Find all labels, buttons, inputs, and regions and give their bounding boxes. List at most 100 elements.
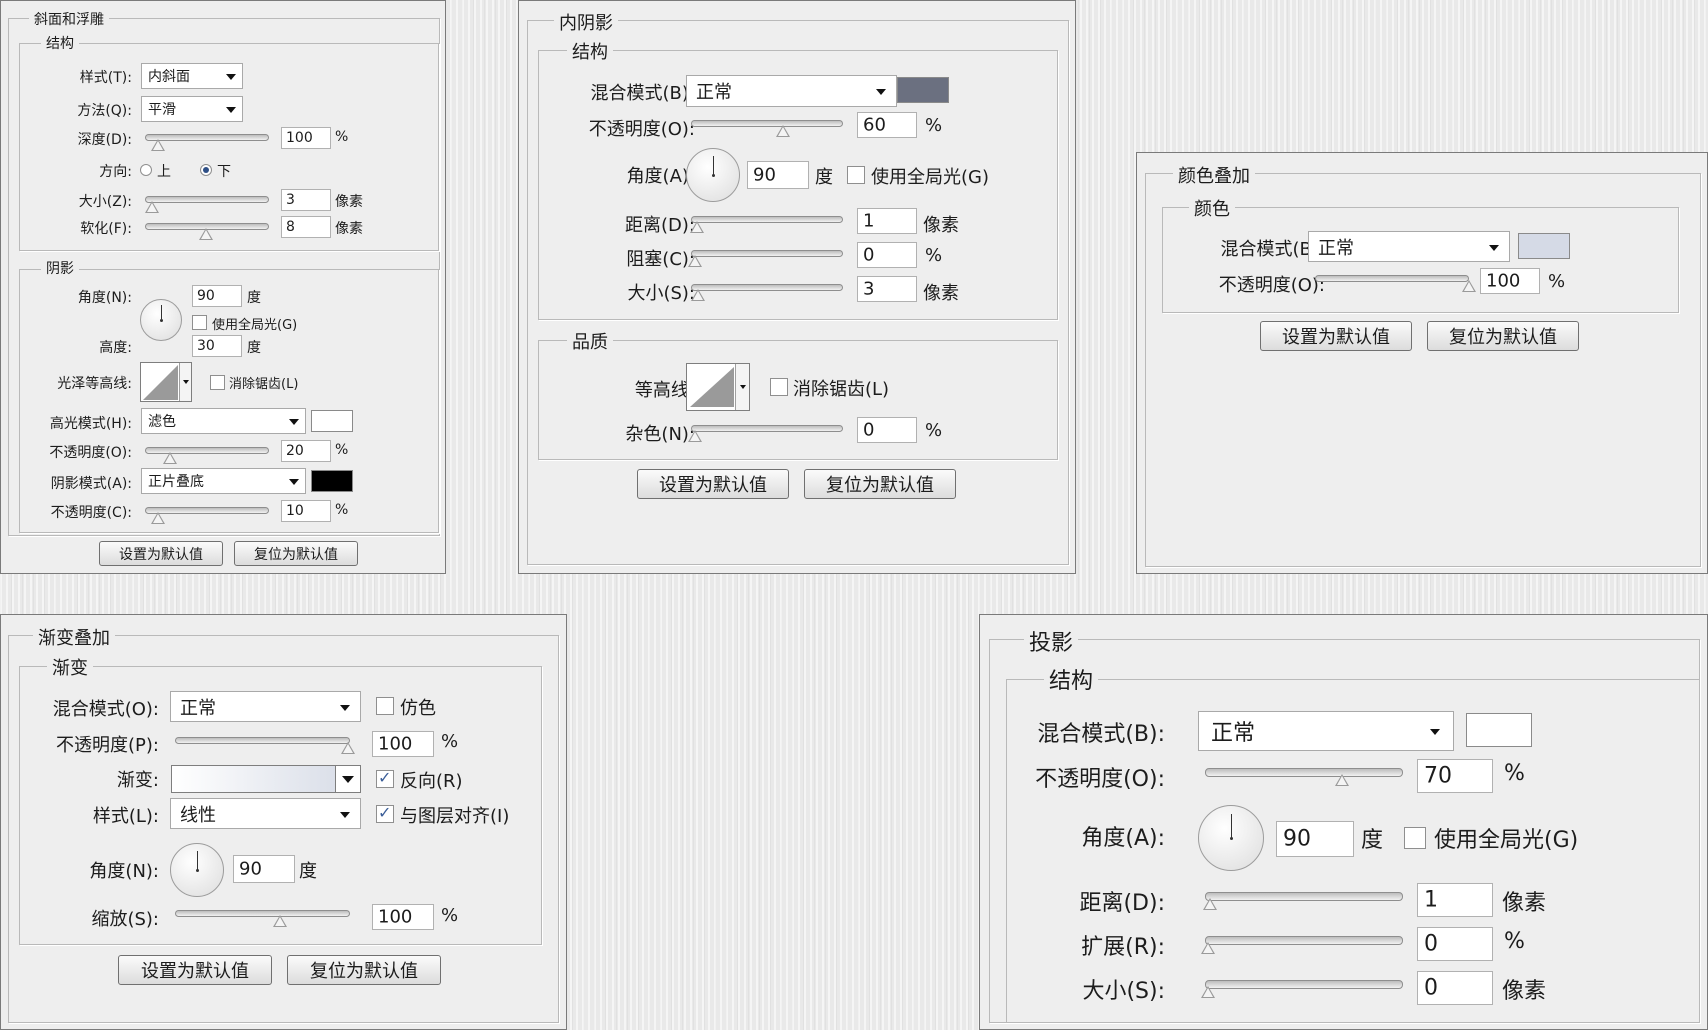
gloss-contour-picker[interactable] <box>140 362 192 402</box>
highlight-opacity-slider-thumb[interactable] <box>163 452 177 464</box>
direction-down-radio[interactable] <box>200 164 212 176</box>
is-choke-slider-thumb[interactable] <box>688 255 702 267</box>
depth-slider[interactable] <box>145 134 269 151</box>
is-distance-input[interactable]: 1 <box>857 208 917 234</box>
scale-input[interactable]: 100 <box>372 904 434 930</box>
highlight-mode-select[interactable]: 滤色 <box>141 408 306 434</box>
scale-slider-thumb[interactable] <box>273 915 287 927</box>
is-contour-picker[interactable] <box>686 363 750 411</box>
size-input[interactable]: 3 <box>281 189 331 211</box>
is-size-slider[interactable] <box>691 284 843 301</box>
is-antialias-checkbox[interactable] <box>770 378 788 396</box>
is-opacity-slider-thumb[interactable] <box>776 125 790 137</box>
go-opacity-slider[interactable] <box>175 737 355 754</box>
co-opacity-slider[interactable] <box>1315 275 1476 292</box>
shadow-opacity-slider[interactable] <box>145 507 269 524</box>
is-angle-dial[interactable] <box>686 148 740 202</box>
is-choke-slider[interactable] <box>688 250 843 267</box>
reverse-checkbox[interactable] <box>376 768 394 788</box>
size-slider[interactable] <box>145 196 269 213</box>
co-color-swatch[interactable] <box>1518 233 1570 259</box>
ds-color-swatch[interactable] <box>1466 713 1532 747</box>
ds-size-slider[interactable] <box>1201 980 1403 998</box>
shadow-color-swatch[interactable] <box>311 470 353 492</box>
is-opacity-slider[interactable] <box>691 120 843 137</box>
co-opacity-input[interactable]: 100 <box>1480 268 1540 294</box>
ds-global-light-checkbox[interactable] <box>1404 827 1426 849</box>
soften-slider[interactable] <box>145 223 269 240</box>
co-opacity-slider-thumb[interactable] <box>1462 280 1476 292</box>
go-style-select[interactable]: 线性 <box>170 798 361 829</box>
is-color-swatch[interactable] <box>897 77 949 103</box>
ds-opacity-input[interactable]: 70 <box>1417 759 1493 793</box>
co-make-default-button[interactable]: 设置为默认值 <box>1260 321 1412 351</box>
align-layer-checkbox[interactable] <box>376 803 394 823</box>
highlight-opacity-input[interactable]: 20 <box>281 440 331 462</box>
depth-slider-thumb[interactable] <box>151 139 165 151</box>
size-slider-thumb[interactable] <box>145 201 159 213</box>
bevel-antialias-checkbox[interactable] <box>210 375 225 390</box>
chevron-down-icon[interactable] <box>335 766 360 792</box>
is-noise-slider-thumb[interactable] <box>688 430 702 442</box>
go-opacity-slider-thumb[interactable] <box>341 742 355 754</box>
dither-checkbox[interactable] <box>376 697 394 715</box>
angle-input[interactable]: 90 <box>192 285 242 307</box>
co-blend-mode-select[interactable]: 正常 <box>1308 231 1510 262</box>
color-overlay-title: 颜色叠加 <box>1173 162 1255 188</box>
soften-slider-thumb[interactable] <box>199 228 213 240</box>
direction-up-radio[interactable] <box>140 164 152 176</box>
is-angle-input[interactable]: 90 <box>747 161 809 189</box>
go-angle-dial[interactable] <box>170 843 224 897</box>
ds-opacity-slider[interactable] <box>1205 768 1403 786</box>
ds-opacity-slider-thumb[interactable] <box>1335 774 1349 786</box>
shadow-mode-select[interactable]: 正片叠底 <box>141 468 306 494</box>
highlight-color-swatch[interactable] <box>311 410 353 432</box>
is-noise-slider[interactable] <box>688 425 843 442</box>
go-make-default-button[interactable]: 设置为默认值 <box>118 955 272 985</box>
is-global-light-checkbox[interactable] <box>847 166 865 184</box>
is-distance-slider[interactable] <box>690 216 843 233</box>
angle-dial[interactable] <box>140 299 182 341</box>
is-blend-mode-select[interactable]: 正常 <box>686 75 897 107</box>
is-size-input[interactable]: 3 <box>857 276 917 302</box>
global-light-checkbox[interactable] <box>192 315 207 330</box>
ds-size-input[interactable]: 0 <box>1417 971 1493 1005</box>
is-reset-default-button[interactable]: 复位为默认值 <box>804 469 956 499</box>
shadow-opacity-input[interactable]: 10 <box>281 500 331 522</box>
technique-select[interactable]: 平滑 <box>141 96 243 122</box>
scale-unit: % <box>441 905 459 926</box>
co-reset-default-button[interactable]: 复位为默认值 <box>1427 321 1579 351</box>
bevel-reset-default-button[interactable]: 复位为默认值 <box>234 541 358 566</box>
is-distance-slider-thumb[interactable] <box>690 221 704 233</box>
gradient-group-title: 渐变 <box>47 654 93 680</box>
shadow-opacity-slider-thumb[interactable] <box>151 512 165 524</box>
go-blend-mode-select[interactable]: 正常 <box>170 691 361 722</box>
is-choke-input[interactable]: 0 <box>857 242 917 268</box>
ds-angle-input[interactable]: 90 <box>1276 821 1354 857</box>
ds-distance-slider-thumb[interactable] <box>1203 898 1217 910</box>
scale-slider[interactable] <box>175 910 350 927</box>
ds-spread-input[interactable]: 0 <box>1417 927 1493 961</box>
is-size-slider-thumb[interactable] <box>691 289 705 301</box>
depth-input[interactable]: 100 <box>281 127 331 149</box>
go-reset-default-button[interactable]: 复位为默认值 <box>287 955 441 985</box>
ds-blend-mode-select[interactable]: 正常 <box>1198 711 1454 751</box>
go-opacity-input[interactable]: 100 <box>372 731 434 757</box>
highlight-opacity-slider[interactable] <box>145 447 269 464</box>
bevel-make-default-button[interactable]: 设置为默认值 <box>99 541 223 566</box>
ds-size-slider-thumb[interactable] <box>1201 986 1215 998</box>
ds-spread-slider-thumb[interactable] <box>1201 942 1215 954</box>
gradient-picker[interactable] <box>171 765 361 793</box>
go-angle-input[interactable]: 90 <box>233 855 295 883</box>
ds-spread-slider[interactable] <box>1201 936 1403 954</box>
ds-angle-dial[interactable] <box>1198 805 1264 871</box>
is-make-default-button[interactable]: 设置为默认值 <box>637 469 789 499</box>
ds-distance-slider[interactable] <box>1203 892 1403 910</box>
ds-distance-input[interactable]: 1 <box>1417 883 1493 917</box>
is-opacity-input[interactable]: 60 <box>857 112 917 138</box>
altitude-input[interactable]: 30 <box>192 335 242 357</box>
contour-preview-icon <box>690 367 734 407</box>
is-noise-input[interactable]: 0 <box>857 417 917 443</box>
style-select[interactable]: 内斜面 <box>141 63 243 89</box>
soften-input[interactable]: 8 <box>281 216 331 238</box>
